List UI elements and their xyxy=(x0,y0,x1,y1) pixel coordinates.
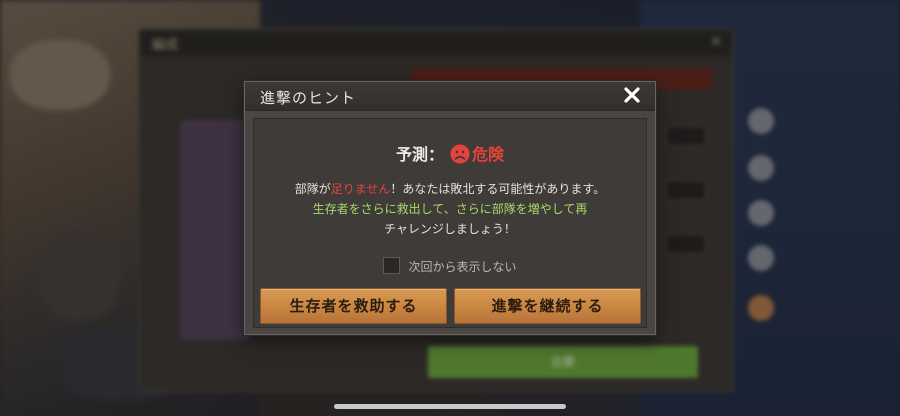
dialog-header: 進撃のヒント xyxy=(245,82,655,111)
warning-message: 部隊が足りません！あなたは敗北する可能性があります。 xyxy=(254,179,646,199)
continue-advance-button[interactable]: 進撃を継続する xyxy=(454,288,641,324)
message-text: ！あなたは敗北する可能性があります。 xyxy=(390,182,606,196)
dialog-body: 予測： 危険 部隊が足りません！あなたは敗北する可能性があります。 生存者をさら… xyxy=(253,118,647,328)
hint-message: 生存者をさらに救出して、さらに部隊を増やして再 xyxy=(312,202,588,216)
close-icon[interactable] xyxy=(621,84,643,106)
message-text: 部隊が xyxy=(294,182,331,196)
advance-hint-dialog: 進撃のヒント 予測： 危険 部隊が足りません！あなたは敗北する可能性があります。… xyxy=(244,81,656,335)
hint-message-continued: チャレンジしましょう！ xyxy=(384,222,516,236)
dont-show-again-row[interactable]: 次回から表示しない xyxy=(254,257,646,275)
sad-face-icon xyxy=(450,144,470,164)
dont-show-again-checkbox[interactable] xyxy=(383,257,401,274)
prediction-status: 危険 xyxy=(472,145,505,164)
dont-show-again-label: 次回から表示しない xyxy=(408,260,517,274)
message-highlight: 足りません xyxy=(330,182,391,196)
dialog-title: 進撃のヒント xyxy=(260,89,357,107)
prediction-label: 予測： xyxy=(395,145,444,164)
prediction-row: 予測： 危険 xyxy=(254,141,646,165)
rescue-survivors-button[interactable]: 生存者を救助する xyxy=(260,288,447,324)
home-indicator[interactable] xyxy=(334,404,566,409)
